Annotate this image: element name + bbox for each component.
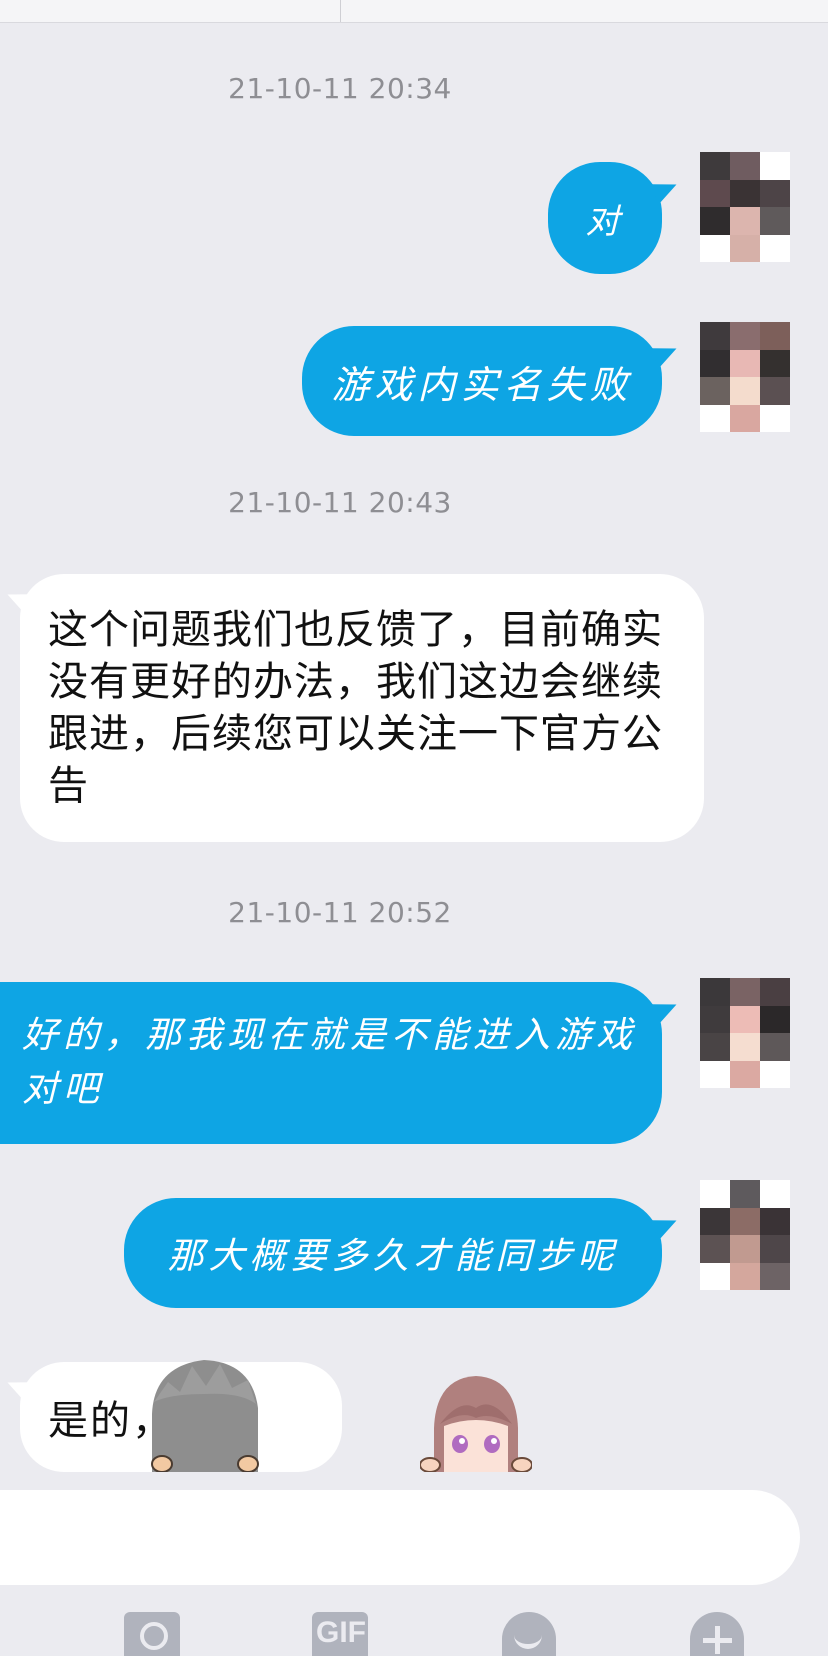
peeking-anime-girl-sticker (420, 1376, 532, 1472)
message-text: 对 (585, 201, 625, 242)
emoji-icon[interactable] (502, 1612, 556, 1656)
user-avatar[interactable] (700, 1180, 790, 1290)
gif-label: GIF (316, 1616, 366, 1649)
top-bar-divider (340, 0, 341, 22)
plus-icon[interactable] (690, 1612, 744, 1656)
top-bar (0, 0, 828, 23)
camera-icon[interactable] (124, 1612, 180, 1656)
message-text: 那大概要多久才能同步呢 (167, 1236, 619, 1277)
timestamp: 21-10-11 20:52 (228, 896, 452, 929)
message-text: 好的，那我现在就是不能进入游戏对吧 (22, 1015, 638, 1110)
outgoing-message-bubble[interactable]: 好的，那我现在就是不能进入游戏对吧 (0, 982, 662, 1144)
emoji-smile (514, 1628, 542, 1649)
outgoing-message-bubble[interactable]: 游戏内实名失败 (302, 326, 662, 436)
user-avatar[interactable] (700, 978, 790, 1088)
incoming-message-bubble[interactable]: 这个问题我们也反馈了，目前确实没有更好的办法，我们这边会继续跟进，后续您可以关注… (20, 574, 704, 842)
timestamp: 21-10-11 20:43 (228, 486, 452, 519)
timestamp: 21-10-11 20:34 (228, 72, 452, 105)
outgoing-message-bubble[interactable]: 那大概要多久才能同步呢 (124, 1198, 662, 1308)
message-text: 游戏内实名失败 (331, 362, 633, 407)
camera-lens (140, 1622, 168, 1650)
peeking-character-sticker (151, 1360, 259, 1472)
gif-icon[interactable]: GIF (312, 1612, 368, 1656)
message-text: 这个问题我们也反馈了，目前确实没有更好的办法，我们这边会继续跟进，后续您可以关注… (48, 607, 663, 809)
plus-horizontal (703, 1638, 732, 1643)
user-avatar[interactable] (700, 322, 790, 432)
message-input[interactable] (0, 1490, 800, 1585)
outgoing-message-bubble[interactable]: 对 (548, 162, 662, 274)
user-avatar[interactable] (700, 152, 790, 262)
